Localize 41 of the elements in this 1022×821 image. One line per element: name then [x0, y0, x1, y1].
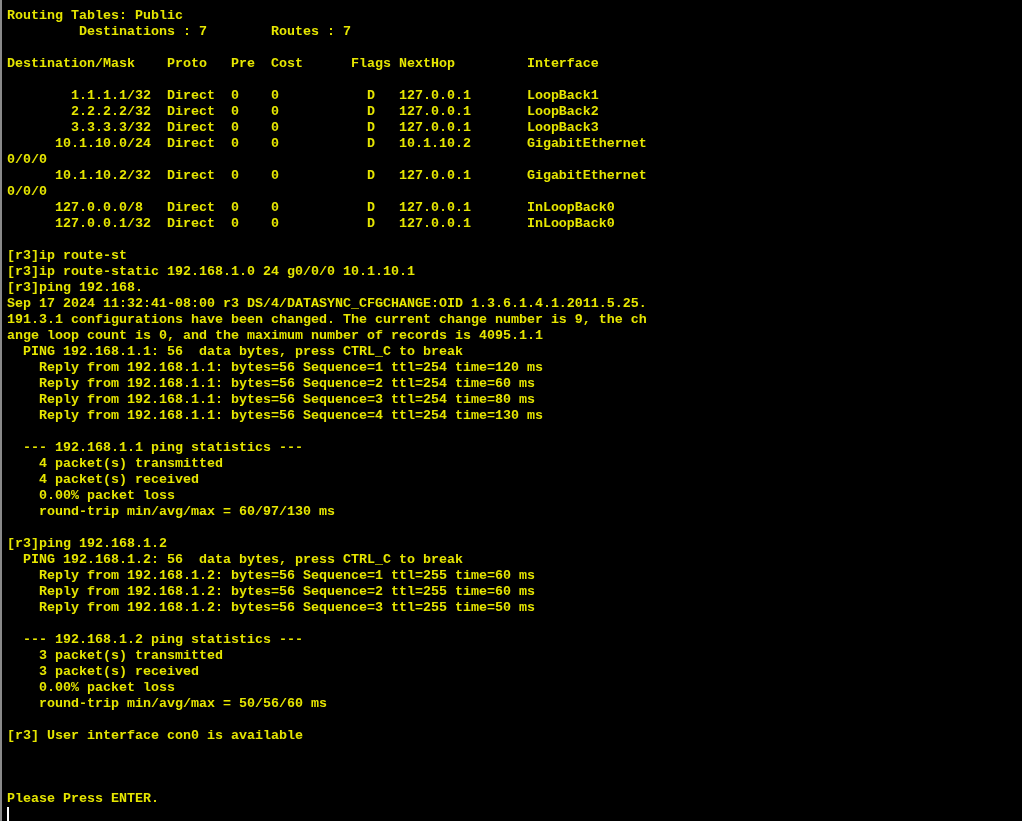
- terminal-line: 127.0.0.1/32 Direct 0 0 D 127.0.0.1 InLoopBack0: [54, 216, 616, 232]
- terminal-line: 10.1.10.0/24 Direct 0 0 D 10.1.10.2 GigabitEthernet: [54, 136, 648, 152]
- terminal-line: 3 packet(s) transmitted: [38, 648, 224, 664]
- terminal-line: 3.3.3.3/32 Direct 0 0 D 127.0.0.1 LoopBack3: [70, 120, 600, 136]
- terminal-line: [r3]ping 192.168.: [7, 280, 144, 296]
- terminal-line: ange loop count is 0, and the maximum number of records is 4095.1.1: [7, 328, 544, 344]
- terminal-line: 0/0/0: [7, 184, 48, 200]
- terminal-line: --- 192.168.1.1 ping statistics ---: [22, 440, 304, 456]
- terminal-line: [r3]ping 192.168.1.2: [7, 536, 168, 552]
- terminal-line: Reply from 192.168.1.1: bytes=56 Sequence=1 ttl=254 time=120 ms: [38, 360, 544, 376]
- terminal-line: 1.1.1.1/32 Direct 0 0 D 127.0.0.1 LoopBack1: [70, 88, 600, 104]
- terminal-line: 4 packet(s) received: [38, 472, 200, 488]
- text-cursor: [7, 807, 9, 821]
- terminal-line: Reply from 192.168.1.2: bytes=56 Sequence=2 ttl=255 time=60 ms: [38, 584, 536, 600]
- terminal-line: Destination/Mask Proto Pre Cost Flags NextHop Interface: [7, 56, 600, 72]
- terminal-line: Reply from 192.168.1.1: bytes=56 Sequence=2 ttl=254 time=60 ms: [38, 376, 536, 392]
- terminal-line: --- 192.168.1.2 ping statistics ---: [22, 632, 304, 648]
- terminal-line: round-trip min/avg/max = 60/97/130 ms: [38, 504, 336, 520]
- terminal-line: Reply from 192.168.1.1: bytes=56 Sequence=3 ttl=254 time=80 ms: [38, 392, 536, 408]
- terminal-line: 0.00% packet loss: [38, 680, 176, 696]
- terminal-line: 0.00% packet loss: [38, 488, 176, 504]
- terminal-line: Routing Tables: Public: [7, 8, 184, 24]
- terminal-line: 191.3.1 configurations have been changed. The current change number is 9, the ch: [7, 312, 648, 328]
- terminal-line: 2.2.2.2/32 Direct 0 0 D 127.0.0.1 LoopBack2: [70, 104, 600, 120]
- terminal-line: 10.1.10.2/32 Direct 0 0 D 127.0.0.1 GigabitEthernet: [54, 168, 648, 184]
- terminal-line: Reply from 192.168.1.1: bytes=56 Sequence=4 ttl=254 time=130 ms: [38, 408, 544, 424]
- prompt-line: Please Press ENTER.: [7, 791, 160, 807]
- terminal-line: PING 192.168.1.2: 56 data bytes, press CTRL_C to break: [22, 552, 464, 568]
- terminal-line: Destinations : 7 Routes : 7: [77, 24, 352, 40]
- terminal-line: 4 packet(s) transmitted: [38, 456, 224, 472]
- terminal-line: PING 192.168.1.1: 56 data bytes, press CTRL_C to break: [22, 344, 464, 360]
- terminal-line: Reply from 192.168.1.2: bytes=56 Sequence=3 ttl=255 time=50 ms: [38, 600, 536, 616]
- terminal-line: 127.0.0.0/8 Direct 0 0 D 127.0.0.1 InLoopBack0: [54, 200, 616, 216]
- terminal-line: 0/0/0: [7, 152, 48, 168]
- terminal-line: [r3] User interface con0 is available: [7, 728, 304, 744]
- terminal-line: [r3]ip route-static 192.168.1.0 24 g0/0/0 10.1.10.1: [7, 264, 416, 280]
- terminal-line: 3 packet(s) received: [38, 664, 200, 680]
- terminal-line: Sep 17 2024 11:32:41-08:00 r3 DS/4/DATASYNC_CFGCHANGE:OID 1.3.6.1.4.1.2011.5.25.: [7, 296, 648, 312]
- terminal-line: round-trip min/avg/max = 50/56/60 ms: [38, 696, 328, 712]
- terminal-line: [r3]ip route-st: [7, 248, 128, 264]
- terminal-line: Reply from 192.168.1.2: bytes=56 Sequence=1 ttl=255 time=60 ms: [38, 568, 536, 584]
